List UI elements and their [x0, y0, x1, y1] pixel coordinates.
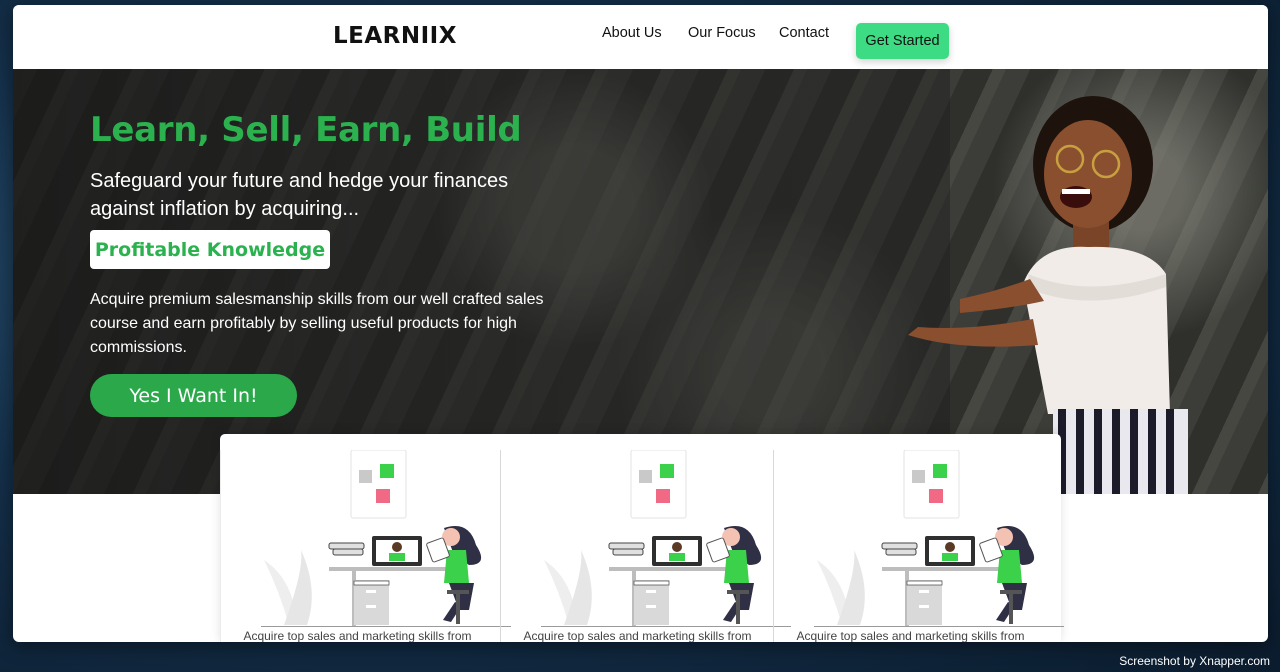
- card-text: Acquire top sales and marketing skills f…: [796, 629, 1025, 642]
- card-text: Acquire top sales and marketing skills f…: [523, 629, 752, 642]
- profitable-knowledge-badge: Profitable Knowledge: [90, 230, 330, 269]
- hero-description: Acquire premium salesmanship skills from…: [90, 291, 544, 356]
- nav-link-our-focus[interactable]: Our Focus: [688, 25, 756, 41]
- smiling-woman-image: [908, 96, 1188, 494]
- hero-title: Learn, Sell, Earn, Build: [90, 110, 522, 150]
- get-started-button[interactable]: Get Started: [856, 23, 949, 59]
- desk-illustration: [817, 450, 1035, 626]
- card-text: Acquire top sales and marketing skills f…: [243, 629, 472, 642]
- card-divider: [261, 626, 511, 627]
- feature-card-2[interactable]: Acquire top sales and marketing skills f…: [500, 450, 791, 642]
- hero-section: Learn, Sell, Earn, Build Safeguard your …: [13, 69, 1268, 494]
- nav-link-about-us[interactable]: About Us: [602, 25, 662, 41]
- card-divider: [814, 626, 1064, 627]
- feature-card-1[interactable]: Acquire top sales and marketing skills f…: [220, 450, 511, 642]
- site-logo[interactable]: LEARNIIX: [333, 23, 457, 49]
- desk-illustration: [264, 450, 482, 626]
- feature-card-3[interactable]: Acquire top sales and marketing skills f…: [773, 450, 1064, 642]
- card-divider: [541, 626, 791, 627]
- feature-cards: Acquire top sales and marketing skills f…: [220, 434, 1064, 642]
- desk-illustration: [544, 450, 762, 626]
- browser-window: LEARNIIX About Us Our Focus Contact Get …: [13, 5, 1268, 642]
- top-navbar: LEARNIIX About Us Our Focus Contact Get …: [13, 5, 1268, 69]
- yes-i-want-in-button[interactable]: Yes I Want In!: [90, 374, 297, 417]
- nav-link-contact[interactable]: Contact: [779, 25, 829, 41]
- hero-subtitle: Safeguard your future and hedge your fin…: [90, 170, 509, 220]
- screenshot-watermark: Screenshot by Xnapper.com: [1119, 654, 1270, 668]
